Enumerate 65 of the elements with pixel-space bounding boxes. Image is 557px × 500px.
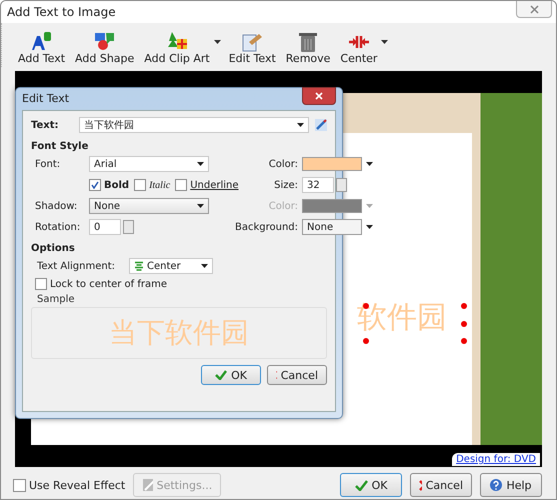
toolbar-button[interactable]: Add Clip Art xyxy=(142,30,212,65)
checkbox-label: Italic xyxy=(149,180,170,190)
toolbar-button[interactable]: Center xyxy=(338,30,380,65)
spin-button[interactable] xyxy=(336,178,348,192)
field-label: Background: xyxy=(235,222,298,232)
checkmark-icon xyxy=(354,480,368,490)
shapes-icon xyxy=(92,30,117,52)
shadow-dropdown[interactable]: None xyxy=(89,198,209,214)
field-label: Shadow: xyxy=(35,200,78,212)
caret-icon[interactable] xyxy=(297,123,304,127)
cancel-button[interactable]: Cancel xyxy=(267,365,327,385)
letters-icon xyxy=(30,30,54,52)
close-button[interactable] xyxy=(302,87,336,105)
color-swatch[interactable] xyxy=(302,199,362,213)
window-title: Add Text to Image xyxy=(7,5,116,19)
cancel-button[interactable]: Cancel xyxy=(410,473,472,497)
field-label: Text Alignment: xyxy=(37,260,116,272)
group-label: Sample xyxy=(36,294,74,305)
align-center-icon xyxy=(134,261,144,271)
caret-icon[interactable] xyxy=(214,40,221,44)
font-dropdown[interactable]: Arial xyxy=(89,156,209,172)
checkbox[interactable] xyxy=(35,278,47,290)
section-heading: Font Style xyxy=(31,141,90,152)
checkbox-label: Underline xyxy=(190,180,239,190)
help-button[interactable]: Help xyxy=(480,473,542,497)
help-icon xyxy=(490,479,502,491)
caret-icon[interactable] xyxy=(201,264,208,268)
rotation-field[interactable]: 0 xyxy=(89,219,121,235)
ok-button[interactable]: OK xyxy=(340,473,402,497)
text-field[interactable]: 当下软件园 xyxy=(79,117,309,133)
background-dropdown[interactable]: None xyxy=(302,219,362,235)
caret-icon[interactable] xyxy=(366,162,374,166)
checkbox-label: Bold xyxy=(104,180,130,190)
checkbox-label: Use Reveal Effect xyxy=(29,478,126,492)
toolbar-button[interactable]: Edit Text xyxy=(226,30,278,65)
design-link[interactable]: Design for: DVD xyxy=(452,453,540,466)
toolbar-button[interactable]: Remove xyxy=(284,30,332,65)
checkbox[interactable] xyxy=(134,179,146,191)
field-label: Color: xyxy=(268,158,298,170)
pencil-icon[interactable] xyxy=(315,119,327,131)
caret-icon[interactable] xyxy=(197,204,204,208)
field-label: Rotation: xyxy=(35,222,82,232)
pencil-icon xyxy=(142,478,153,492)
toolbar-button[interactable]: Add Shape xyxy=(73,30,136,65)
alignment-dropdown[interactable]: Center xyxy=(129,258,214,274)
caret-icon[interactable] xyxy=(366,225,374,229)
checkbox[interactable] xyxy=(89,179,101,191)
ok-button[interactable]: OK xyxy=(201,365,261,385)
spin-button[interactable] xyxy=(123,220,134,234)
checkbox[interactable] xyxy=(13,478,26,492)
tree-icon xyxy=(165,30,190,52)
checkbox-label: Lock to center of frame xyxy=(50,278,168,290)
field-label: Text: xyxy=(31,120,60,130)
size-field[interactable]: 32 xyxy=(302,177,334,193)
checkmark-icon xyxy=(215,370,228,380)
field-label: Font: xyxy=(35,158,62,170)
caret-icon[interactable] xyxy=(197,162,204,166)
toolbar-button[interactable]: Add Text xyxy=(16,30,68,65)
checkbox[interactable] xyxy=(175,179,188,191)
dialog-title: Edit Text xyxy=(22,92,70,104)
field-label: Color: xyxy=(268,200,298,212)
section-heading: Options xyxy=(31,243,76,254)
color-swatch[interactable] xyxy=(302,157,362,171)
caret-icon[interactable] xyxy=(381,40,388,44)
sample-text: 当下软件园 xyxy=(109,315,249,351)
